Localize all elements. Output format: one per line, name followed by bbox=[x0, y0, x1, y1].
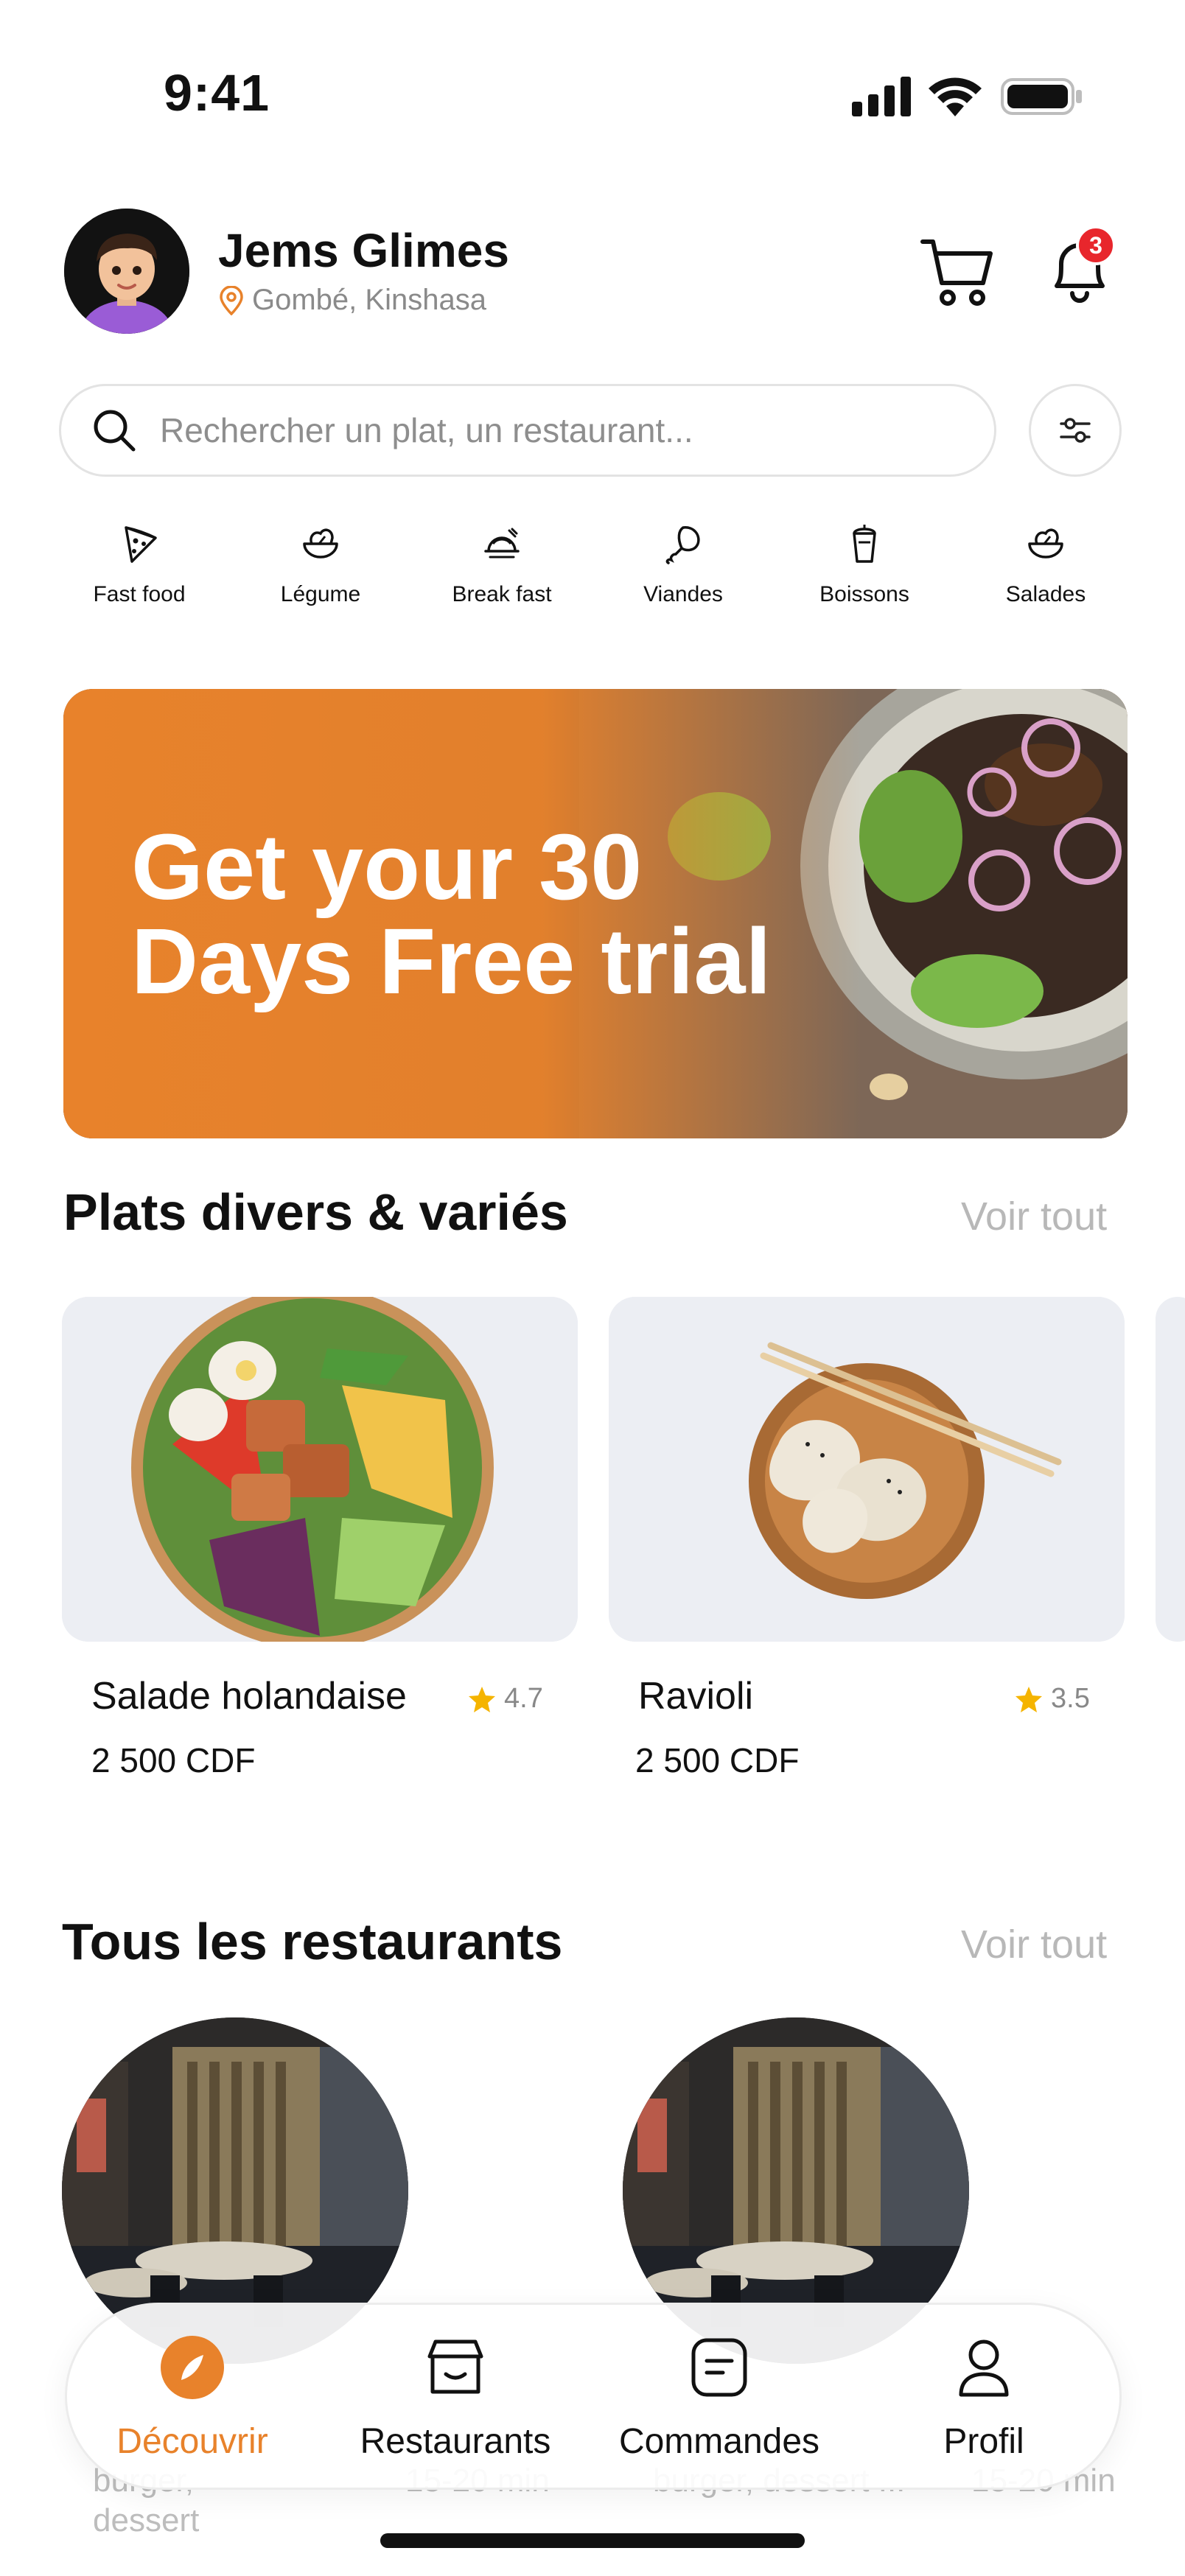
dish-rating-value: 4.7 bbox=[504, 1683, 543, 1714]
home-indicator[interactable] bbox=[380, 2533, 805, 2548]
nav-commandes[interactable]: Commandes bbox=[609, 2334, 830, 2462]
category-list: Fast food Légume Break fast Viandes Bois… bbox=[0, 516, 1185, 619]
search-icon bbox=[94, 410, 136, 452]
category-label: Boissons bbox=[819, 582, 909, 606]
category-fast-food[interactable]: Fast food bbox=[49, 516, 230, 619]
wifi-icon bbox=[929, 77, 982, 116]
category-label: Break fast bbox=[452, 582, 552, 606]
promo-banner[interactable]: Get your 30 Days Free trial bbox=[63, 689, 1128, 1138]
user-name: Jems Glimes bbox=[218, 224, 509, 277]
compass-icon bbox=[159, 2334, 226, 2401]
category-break-fast[interactable]: Break fast bbox=[411, 516, 592, 619]
drink-cup-icon bbox=[853, 525, 876, 563]
category-label: Légume bbox=[280, 582, 361, 606]
category-label: Fast food bbox=[93, 582, 186, 606]
status-icons bbox=[847, 74, 1083, 118]
cart-icon bbox=[920, 239, 993, 306]
category-label: Viandes bbox=[643, 582, 723, 606]
dishes-section-title: Plats divers & variés bbox=[63, 1183, 568, 1241]
dish-price: 2 500 CDF bbox=[91, 1741, 256, 1779]
category-viandes[interactable]: Viandes bbox=[592, 516, 774, 619]
bottom-nav: Découvrir Restaurants Commandes Profil bbox=[65, 2303, 1122, 2490]
breakfast-icon bbox=[484, 528, 520, 559]
drumstick-icon bbox=[665, 526, 700, 564]
dish-rating: 3.5 bbox=[1014, 1683, 1090, 1715]
filter-sliders-icon bbox=[1060, 418, 1091, 443]
search-bar[interactable] bbox=[59, 384, 996, 477]
nav-label: Découvrir bbox=[116, 2422, 268, 2461]
nav-label: Restaurants bbox=[360, 2422, 551, 2461]
store-icon bbox=[422, 2334, 489, 2401]
dish-image-ravioli[interactable] bbox=[609, 1297, 1125, 1642]
category-partial[interactable]: Sa bbox=[1136, 516, 1185, 619]
star-icon bbox=[469, 1686, 495, 1712]
pizza-slice-icon bbox=[125, 526, 157, 563]
nav-label: Commandes bbox=[618, 2422, 820, 2461]
nav-restaurants[interactable]: Restaurants bbox=[345, 2334, 566, 2462]
restaurant-tags-line-2: dessert bbox=[93, 2502, 200, 2538]
dishes-see-all-link[interactable]: Voir tout bbox=[961, 1194, 1107, 1239]
nav-profil[interactable]: Profil bbox=[873, 2334, 1094, 2462]
category-boissons[interactable]: Boissons bbox=[774, 516, 955, 619]
search-input[interactable] bbox=[160, 410, 971, 450]
salad-bowl-icon bbox=[303, 528, 338, 559]
avatar[interactable] bbox=[64, 209, 189, 334]
dish-name: Ravioli bbox=[638, 1675, 754, 1718]
user-icon bbox=[951, 2334, 1017, 2401]
banner-line-1: Get your 30 bbox=[131, 815, 643, 919]
filter-button[interactable] bbox=[1029, 384, 1122, 477]
location-pin-icon bbox=[220, 285, 243, 315]
notification-badge: 3 bbox=[1076, 225, 1116, 265]
banner-title: Get your 30 Days Free trial bbox=[131, 820, 771, 1009]
salad-bowl-icon bbox=[1028, 528, 1063, 559]
category-salades[interactable]: Salades bbox=[955, 516, 1136, 619]
dish-name: Salade holandaise bbox=[91, 1675, 407, 1718]
battery-icon bbox=[1001, 78, 1082, 115]
banner-line-2: Days Free trial bbox=[131, 909, 772, 1013]
dish-image-salade[interactable] bbox=[62, 1297, 578, 1642]
restaurants-see-all-link[interactable]: Voir tout bbox=[961, 1922, 1107, 1967]
category-label: Salades bbox=[1005, 582, 1086, 606]
dish-image-partial[interactable] bbox=[1156, 1297, 1185, 1642]
nav-decouvrir[interactable]: Découvrir bbox=[82, 2334, 303, 2462]
star-icon bbox=[1016, 1686, 1042, 1712]
cart-button[interactable] bbox=[918, 234, 996, 308]
category-legume[interactable]: Légume bbox=[230, 516, 411, 619]
user-location[interactable]: Gombé, Kinshasa bbox=[218, 284, 486, 317]
dish-rating: 4.7 bbox=[467, 1683, 543, 1715]
restaurants-section-title: Tous les restaurants bbox=[62, 1913, 563, 1970]
location-text: Gombé, Kinshasa bbox=[252, 284, 486, 316]
nav-label: Profil bbox=[943, 2422, 1024, 2461]
cellular-signal-icon bbox=[852, 77, 911, 116]
dish-rating-value: 3.5 bbox=[1051, 1683, 1090, 1714]
dish-price: 2 500 CDF bbox=[635, 1741, 800, 1779]
status-time: 9:41 bbox=[164, 64, 270, 122]
orders-icon bbox=[686, 2334, 752, 2401]
